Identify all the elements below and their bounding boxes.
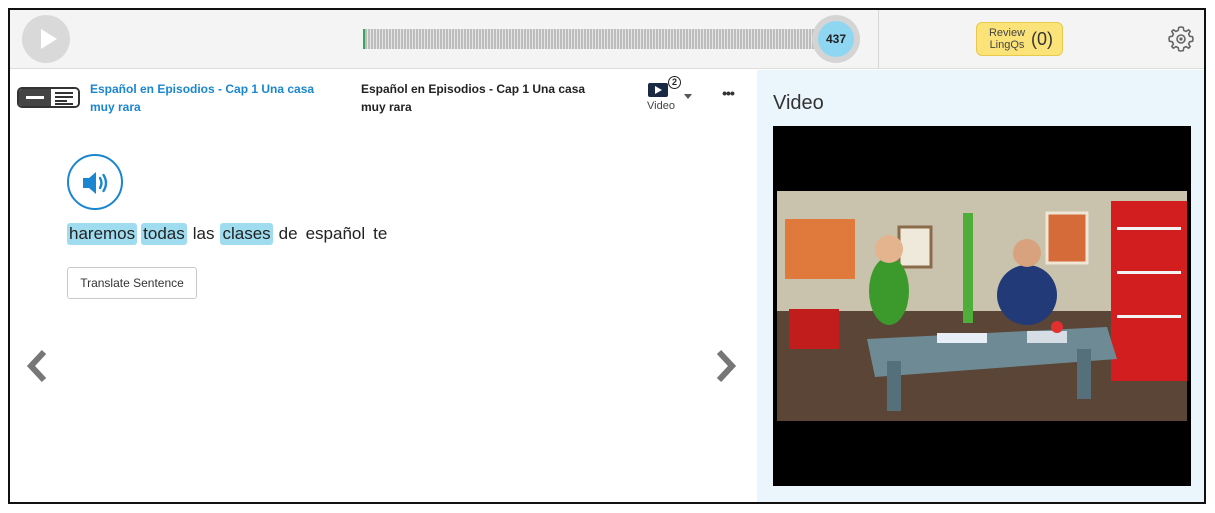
word-token[interactable]: haremos: [67, 223, 138, 245]
video-frame-image: [777, 191, 1187, 421]
gear-icon[interactable]: [1166, 24, 1196, 54]
sentence-text: haremos todas las clases de español te: [67, 223, 393, 245]
video-pane: Video: [757, 70, 1204, 502]
previous-sentence-arrow-icon[interactable]: [24, 348, 50, 384]
video-player[interactable]: [773, 126, 1191, 486]
video-count-badge: 2: [668, 76, 681, 89]
word-counter-value: 437: [818, 21, 854, 57]
view-mode-toggle[interactable]: [17, 87, 80, 108]
reader-pane: Español en Episodios - Cap 1 Una casa mu…: [10, 70, 757, 502]
speaker-icon: [83, 172, 108, 194]
more-icon[interactable]: •••: [716, 86, 740, 104]
top-bar: 437 Review LingQs (0): [10, 10, 1204, 69]
app-window: 437 Review LingQs (0) Español en Episodi…: [8, 8, 1206, 504]
video-pane-heading: Video: [773, 92, 824, 114]
divider: [878, 10, 879, 69]
word-token[interactable]: todas: [141, 223, 187, 245]
lesson-title: Español en Episodios - Cap 1 Una casa mu…: [361, 82, 586, 114]
next-sentence-arrow-icon[interactable]: [713, 348, 739, 384]
review-lingqs-label: Review LingQs: [988, 27, 1026, 51]
play-button[interactable]: [22, 15, 70, 63]
word-token[interactable]: español: [304, 223, 368, 245]
word-token[interactable]: te: [371, 223, 389, 245]
word-token[interactable]: clases: [220, 223, 273, 245]
review-lingqs-button[interactable]: Review LingQs (0): [976, 22, 1063, 56]
play-sentence-audio-button[interactable]: [67, 154, 123, 210]
translate-sentence-button[interactable]: Translate Sentence: [67, 267, 197, 299]
lesson-progress-bar[interactable]: [363, 29, 823, 49]
sentence-mode-icon: [19, 89, 51, 106]
word-token[interactable]: las: [191, 223, 217, 245]
word-counter: 437: [812, 15, 860, 63]
page-mode-icon: [51, 89, 78, 106]
video-toggle-button[interactable]: 2 Video: [642, 76, 692, 116]
video-toggle-label: Video: [647, 100, 675, 112]
play-icon: [41, 29, 57, 49]
word-token[interactable]: de: [277, 223, 300, 245]
video-icon: [648, 83, 668, 97]
course-link[interactable]: Español en Episodios - Cap 1 Una casa mu…: [90, 80, 340, 116]
chevron-down-icon: [684, 94, 692, 99]
review-lingqs-count: (0): [1031, 29, 1053, 49]
